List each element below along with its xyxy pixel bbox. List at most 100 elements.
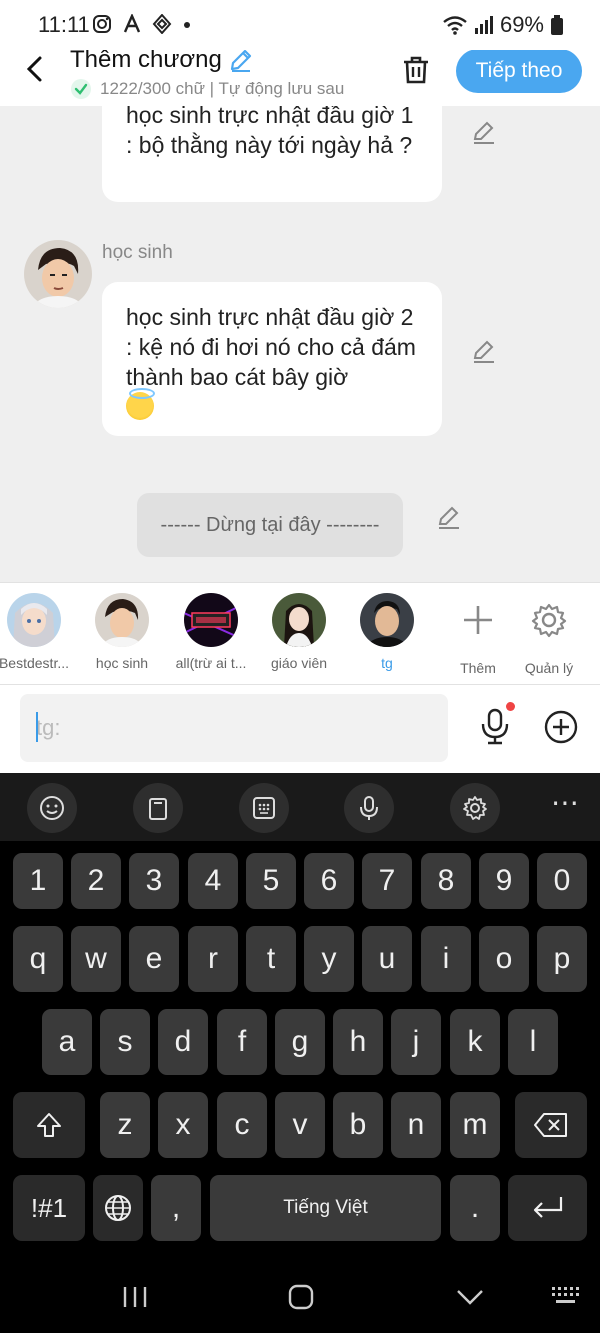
key[interactable]: 1 bbox=[13, 853, 63, 909]
plus-icon bbox=[464, 606, 492, 634]
character-item[interactable]: Bestdestr... bbox=[0, 593, 77, 671]
period-key[interactable]: . bbox=[450, 1175, 500, 1241]
composer bbox=[0, 685, 600, 773]
trash-icon[interactable] bbox=[400, 54, 432, 86]
edit-stop-icon[interactable] bbox=[436, 504, 462, 530]
key[interactable]: 6 bbox=[304, 853, 354, 909]
key[interactable]: y bbox=[304, 926, 354, 992]
home-icon[interactable] bbox=[287, 1284, 315, 1310]
key[interactable]: 3 bbox=[129, 853, 179, 909]
key[interactable]: q bbox=[13, 926, 63, 992]
key[interactable]: v bbox=[275, 1092, 325, 1158]
recent-apps-icon[interactable] bbox=[120, 1284, 150, 1310]
dot-icon bbox=[184, 22, 190, 28]
character-item[interactable]: giáo viên bbox=[256, 593, 342, 671]
app-a-icon bbox=[123, 14, 141, 33]
character-item[interactable]: all(trừ ai t... bbox=[168, 593, 254, 671]
key[interactable]: 2 bbox=[71, 853, 121, 909]
key[interactable]: u bbox=[362, 926, 412, 992]
key[interactable]: z bbox=[100, 1092, 150, 1158]
key[interactable]: a bbox=[42, 1009, 92, 1075]
character-avatar bbox=[360, 593, 414, 647]
character-avatar bbox=[95, 593, 149, 647]
character-name: học sinh bbox=[95, 655, 149, 671]
enter-key[interactable] bbox=[508, 1175, 587, 1241]
key[interactable]: i bbox=[421, 926, 471, 992]
next-button[interactable]: Tiếp theo bbox=[456, 49, 582, 93]
stop-here-marker[interactable]: ------ Dừng tại đây -------- bbox=[137, 493, 403, 557]
more-options-icon[interactable]: ⋯ bbox=[540, 783, 590, 833]
gear-icon bbox=[463, 796, 487, 820]
keyboard-toolbar: ⋯ bbox=[0, 773, 600, 841]
backspace-key[interactable] bbox=[515, 1092, 587, 1158]
symbols-key[interactable]: !#1 bbox=[13, 1175, 85, 1241]
key[interactable]: k bbox=[450, 1009, 500, 1075]
chat-area[interactable]: học sinh trực nhật đầu giờ 1 : bộ thằng … bbox=[0, 106, 600, 582]
add-circle-icon[interactable] bbox=[543, 709, 579, 745]
key[interactable]: l bbox=[508, 1009, 558, 1075]
back-arrow-icon[interactable] bbox=[22, 54, 48, 84]
keyboard-hide-icon[interactable] bbox=[551, 1284, 581, 1310]
edit-message-icon[interactable] bbox=[471, 119, 497, 145]
avatar-hoc-sinh[interactable] bbox=[24, 240, 92, 308]
key[interactable]: x bbox=[158, 1092, 208, 1158]
key[interactable]: r bbox=[188, 926, 238, 992]
key[interactable]: p bbox=[537, 926, 587, 992]
page-title: Thêm chương bbox=[70, 46, 254, 74]
character-name: Bestdestr... bbox=[0, 655, 70, 671]
key[interactable]: e bbox=[129, 926, 179, 992]
key[interactable]: m bbox=[450, 1092, 500, 1158]
avatar-image bbox=[24, 240, 92, 308]
key[interactable]: 7 bbox=[362, 853, 412, 909]
character-avatar bbox=[7, 593, 61, 647]
keyboard: ⋯ 1 2 3 4 5 6 7 8 9 0 q w e r t y u i o … bbox=[0, 773, 600, 1270]
voice-input-button[interactable] bbox=[344, 783, 394, 833]
key[interactable]: 0 bbox=[537, 853, 587, 909]
message-bubble[interactable]: học sinh trực nhật đầu giờ 2 : kệ nó đi … bbox=[102, 282, 442, 436]
system-nav-bar bbox=[0, 1270, 600, 1333]
character-item[interactable]: học sinh bbox=[79, 593, 165, 671]
edit-message-icon[interactable] bbox=[471, 338, 497, 364]
battery-percent: 69% bbox=[499, 12, 544, 37]
autosave-status: 1222/300 chữ | Tự động lưu sau bbox=[70, 78, 380, 100]
character-avatar bbox=[184, 593, 238, 647]
character-item-active[interactable]: tg bbox=[344, 593, 430, 671]
key[interactable]: c bbox=[217, 1092, 267, 1158]
key[interactable]: w bbox=[71, 926, 121, 992]
keypad-button[interactable] bbox=[239, 783, 289, 833]
key[interactable]: f bbox=[217, 1009, 267, 1075]
status-bar: 11:11 69% bbox=[0, 0, 600, 50]
message-text: học sinh trực nhật đầu giờ 2 : kệ nó đi … bbox=[126, 304, 416, 390]
key[interactable]: t bbox=[246, 926, 296, 992]
message-bubble[interactable]: học sinh trực nhật đầu giờ 1 : bộ thằng … bbox=[102, 106, 442, 202]
manage-characters-button[interactable]: Quản lý bbox=[506, 593, 592, 676]
clipboard-button[interactable] bbox=[133, 783, 183, 833]
message-input[interactable] bbox=[20, 694, 448, 762]
status-system-icons: 69% bbox=[442, 12, 564, 38]
key[interactable]: 9 bbox=[479, 853, 529, 909]
language-key[interactable] bbox=[93, 1175, 143, 1241]
character-avatar bbox=[272, 593, 326, 647]
key[interactable]: b bbox=[333, 1092, 383, 1158]
shift-key[interactable] bbox=[13, 1092, 85, 1158]
microphone-icon[interactable] bbox=[478, 707, 512, 745]
key[interactable]: 8 bbox=[421, 853, 471, 909]
comma-key[interactable]: , bbox=[151, 1175, 201, 1241]
text-caret bbox=[36, 712, 38, 742]
back-nav-icon[interactable] bbox=[455, 1284, 485, 1310]
key[interactable]: o bbox=[479, 926, 529, 992]
emoji-button[interactable] bbox=[27, 783, 77, 833]
key[interactable]: d bbox=[158, 1009, 208, 1075]
enter-icon bbox=[533, 1197, 562, 1218]
key[interactable]: n bbox=[391, 1092, 441, 1158]
keyboard-settings-button[interactable] bbox=[450, 783, 500, 833]
space-key[interactable]: Tiếng Việt bbox=[210, 1175, 441, 1241]
key[interactable]: s bbox=[100, 1009, 150, 1075]
key[interactable]: 5 bbox=[246, 853, 296, 909]
key[interactable]: h bbox=[333, 1009, 383, 1075]
key[interactable]: g bbox=[275, 1009, 325, 1075]
key[interactable]: j bbox=[391, 1009, 441, 1075]
edit-title-icon[interactable] bbox=[228, 47, 254, 73]
status-time: 11:11 bbox=[38, 12, 90, 37]
key[interactable]: 4 bbox=[188, 853, 238, 909]
